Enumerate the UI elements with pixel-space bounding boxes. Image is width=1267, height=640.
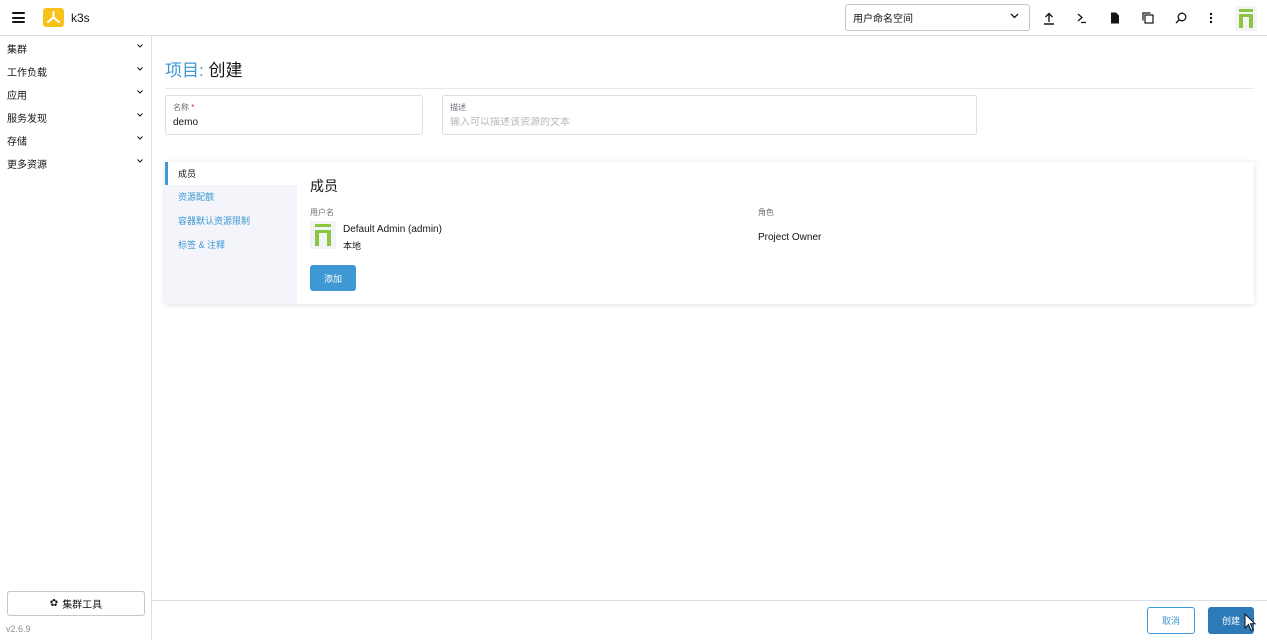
description-input[interactable] xyxy=(450,117,969,128)
kubectl-shell-icon[interactable] xyxy=(1073,9,1091,27)
cancel-button[interactable]: 取消 xyxy=(1147,607,1195,634)
nav-group-apps[interactable]: 应用 xyxy=(0,84,151,104)
tab-labels-annotations[interactable]: 标签 & 注释 xyxy=(165,233,297,256)
chevron-down-icon xyxy=(1010,13,1019,19)
namespace-filter-select[interactable]: 用户命名空间 xyxy=(845,4,1030,31)
side-nav: 集群 工作负载 应用 服务发现 存储 更多资源 ✿ 集群工具 v2.6.9 xyxy=(0,36,152,640)
title-divider xyxy=(165,88,1254,89)
username-column-header: 用户名 xyxy=(310,208,334,217)
user-avatar[interactable] xyxy=(1235,6,1257,31)
nav-group-more-resources[interactable]: 更多资源 xyxy=(0,153,151,173)
tab-resource-quotas[interactable]: 资源配额 xyxy=(165,185,297,208)
page-title-action: 创建 xyxy=(208,61,243,80)
member-avatar xyxy=(310,221,336,249)
k3s-logo[interactable] xyxy=(43,8,64,27)
nav-group-label: 应用 xyxy=(7,90,27,102)
copy-kubeconfig-icon[interactable] xyxy=(1139,9,1157,27)
gear-icon: ✿ xyxy=(49,598,59,609)
member-provider: 本地 xyxy=(343,241,362,251)
search-icon[interactable] xyxy=(1172,9,1190,27)
nav-group-service-discovery[interactable]: 服务发现 xyxy=(0,107,151,127)
member-role: Project Owner xyxy=(758,232,822,243)
version-label[interactable]: v2.6.9 xyxy=(6,624,31,634)
more-icon[interactable] xyxy=(1202,9,1220,27)
nav-group-storage[interactable]: 存储 xyxy=(0,130,151,150)
nav-group-label: 集群 xyxy=(7,44,27,56)
members-content: 成员 用户名 角色 Default Admin (admin) 本地 Proje… xyxy=(297,162,1254,304)
nav-group-label: 存储 xyxy=(7,136,27,148)
cluster-tools-label: 集群工具 xyxy=(62,600,103,611)
tab-members[interactable]: 成员 xyxy=(165,162,297,185)
project-config-panel: 成员 资源配额 容器默认资源限制 标签 & 注释 成员 用户名 角色 Defau… xyxy=(165,162,1254,304)
form-footer: 取消 创建 xyxy=(152,600,1267,640)
page-title: 项目: 创建 xyxy=(165,56,242,81)
nav-group-label: 工作负载 xyxy=(7,67,47,79)
import-yaml-icon[interactable] xyxy=(1040,9,1058,27)
namespace-filter-value: 用户命名空间 xyxy=(853,14,913,25)
chevron-down-icon xyxy=(137,136,143,140)
nav-group-workloads[interactable]: 工作负载 xyxy=(0,61,151,81)
members-section-title: 成员 xyxy=(310,178,338,194)
cluster-name[interactable]: k3s xyxy=(71,11,90,25)
member-name: Default Admin (admin) xyxy=(343,224,442,235)
menu-icon[interactable] xyxy=(12,12,25,23)
mouse-cursor-icon xyxy=(1244,613,1256,632)
chevron-down-icon xyxy=(137,44,143,48)
chevron-down-icon xyxy=(137,159,143,163)
name-input[interactable] xyxy=(173,117,415,128)
top-header: k3s 用户命名空间 xyxy=(0,0,1267,36)
description-field-label: 描述 xyxy=(450,103,466,112)
side-tabs: 成员 资源配额 容器默认资源限制 标签 & 注释 xyxy=(165,162,297,304)
nav-group-cluster[interactable]: 集群 xyxy=(0,38,151,58)
role-column-header: 角色 xyxy=(758,208,774,217)
chevron-down-icon xyxy=(137,90,143,94)
chevron-down-icon xyxy=(137,113,143,117)
nav-group-label: 更多资源 xyxy=(7,159,47,171)
kubeconfig-download-icon[interactable] xyxy=(1106,9,1124,27)
name-field[interactable]: 名称 * xyxy=(165,95,423,135)
add-member-button[interactable]: 添加 xyxy=(310,265,356,291)
cluster-tools-button[interactable]: ✿ 集群工具 xyxy=(7,591,145,616)
description-field[interactable]: 描述 xyxy=(442,95,977,135)
chevron-down-icon xyxy=(137,67,143,71)
page-title-kind[interactable]: 项目: xyxy=(165,61,204,80)
name-field-label: 名称 * xyxy=(173,103,195,112)
nav-group-label: 服务发现 xyxy=(7,113,47,125)
tab-container-default-limits[interactable]: 容器默认资源限制 xyxy=(165,209,297,232)
